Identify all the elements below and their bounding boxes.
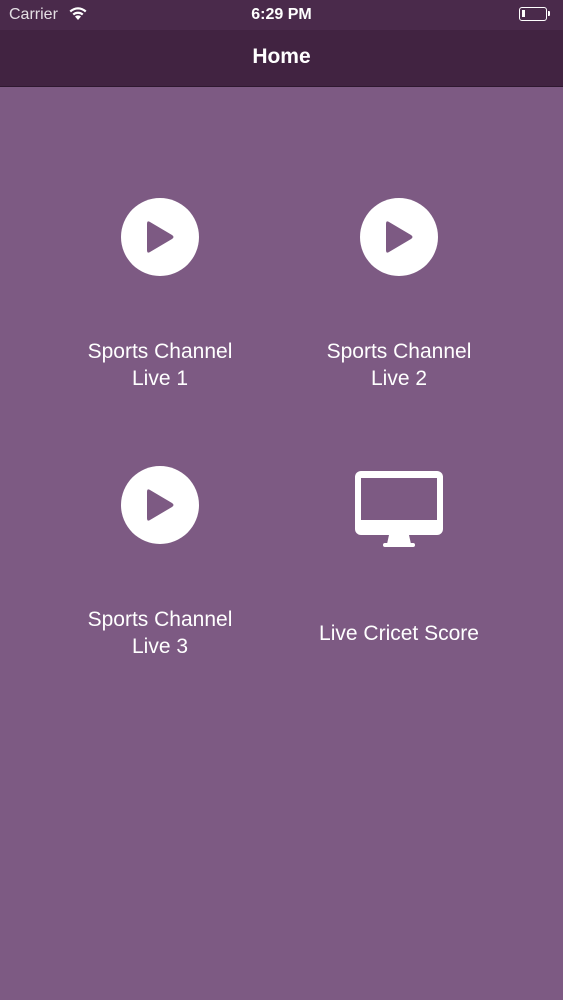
battery-icon — [519, 7, 550, 21]
page-title: Home — [252, 45, 311, 68]
status-time: 6:29 PM — [251, 6, 312, 23]
monitor-icon[interactable] — [354, 470, 444, 553]
tile-sports-channel-live-1[interactable]: Sports Channel Live 1 — [40, 198, 280, 398]
tile-label: Sports Channel Live 2 — [326, 340, 472, 390]
navigation-bar: Home — [0, 30, 563, 87]
tile-live-cricket-score[interactable]: Live Cricet Score — [279, 470, 519, 660]
play-icon[interactable] — [121, 198, 199, 276]
tile-sports-channel-live-3[interactable]: Sports Channel Live 3 — [40, 466, 280, 666]
tile-label: Sports Channel Live 1 — [87, 340, 233, 390]
status-bar: Carrier 6:29 PM — [0, 0, 563, 30]
play-icon[interactable] — [360, 198, 438, 276]
tile-label: Sports Channel Live 3 — [87, 608, 233, 658]
play-icon[interactable] — [121, 466, 199, 544]
tile-sports-channel-live-2[interactable]: Sports Channel Live 2 — [279, 198, 519, 398]
tile-label: Live Cricet Score — [319, 622, 479, 645]
